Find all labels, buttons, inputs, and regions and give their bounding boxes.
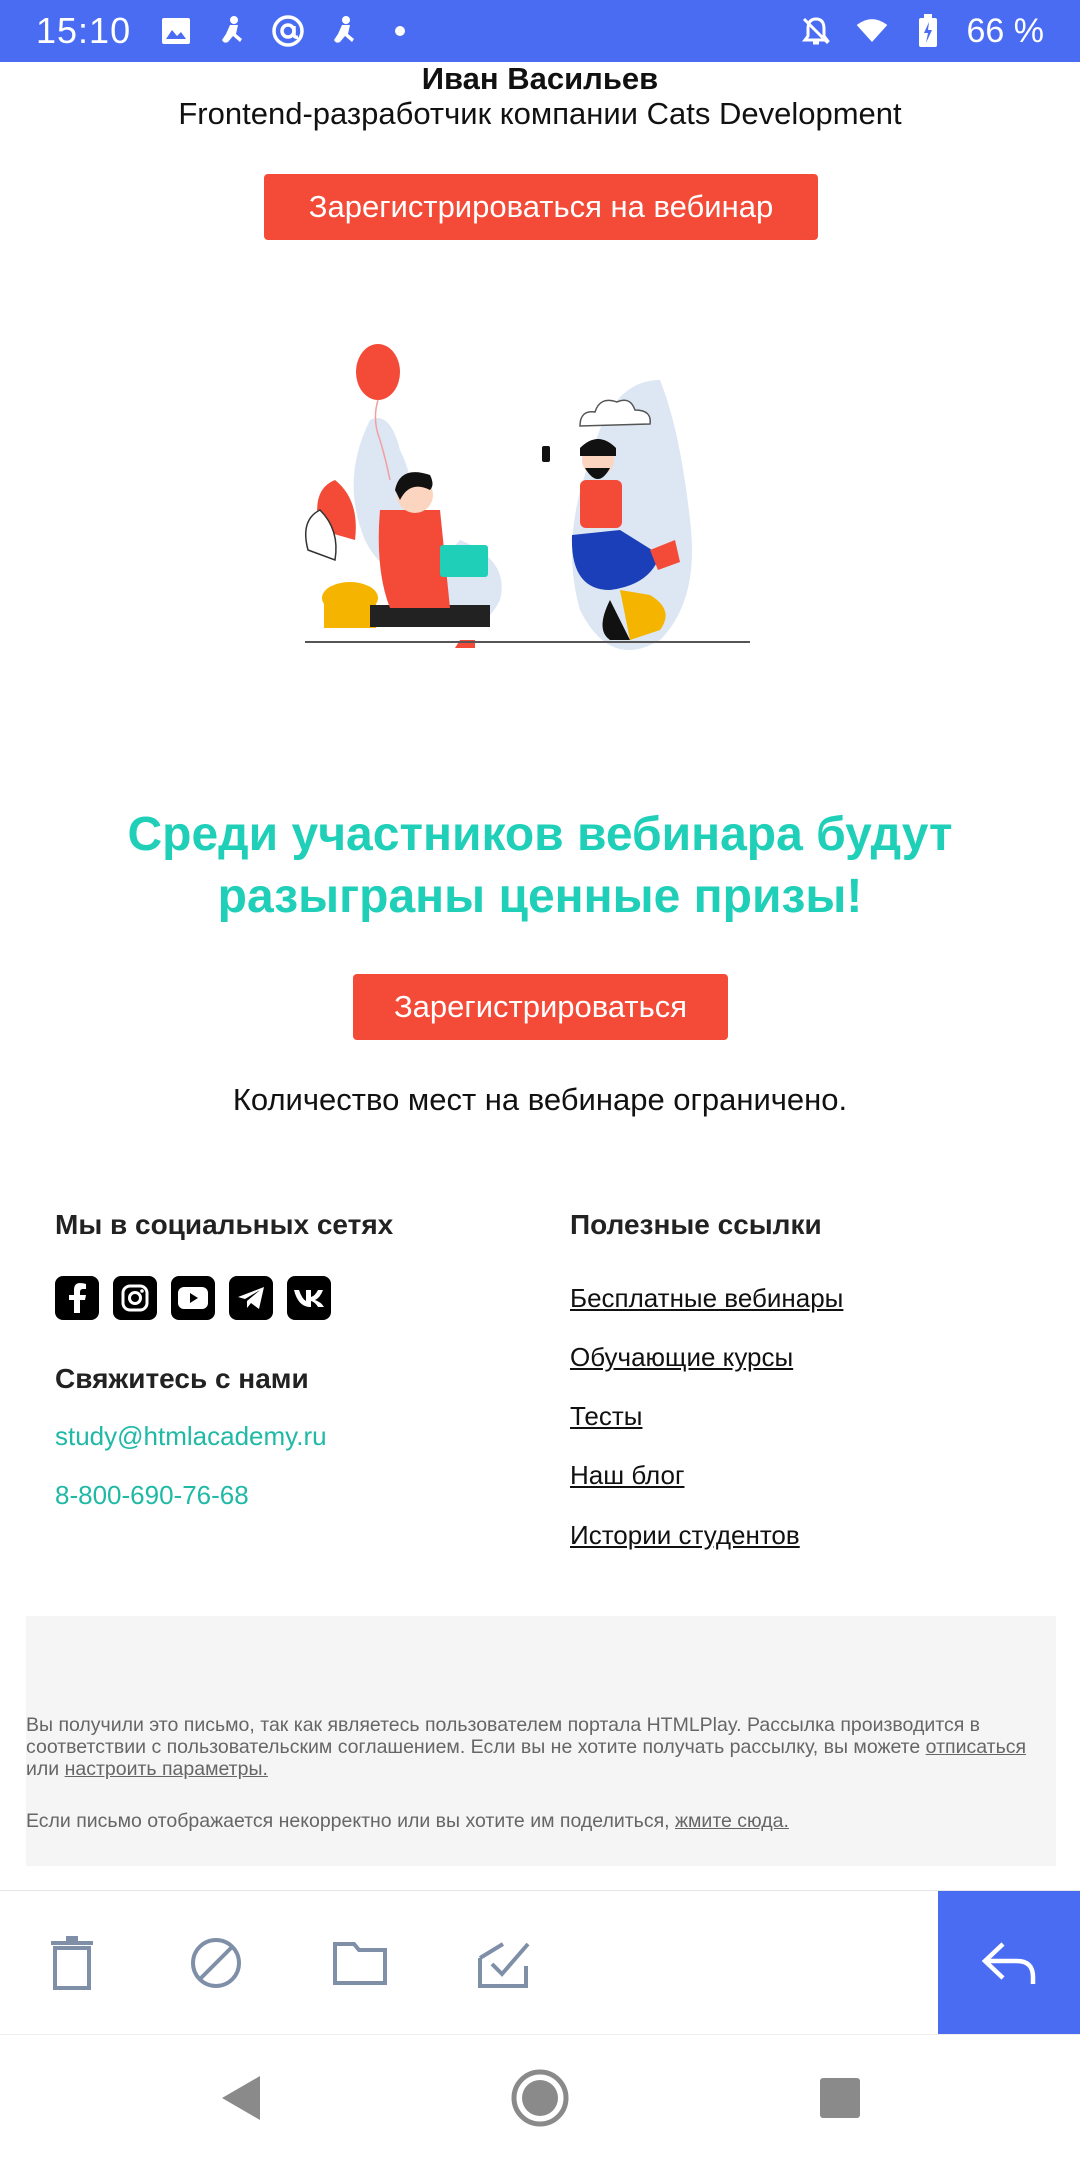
author-name: Иван Васильев — [421, 62, 659, 96]
register-webinar-button[interactable]: Зарегистрироваться на вебинар — [264, 174, 818, 240]
reply-button[interactable] — [938, 1891, 1080, 2035]
dot-icon — [383, 14, 417, 48]
link-free-webinars[interactable]: Бесплатные вебинары — [570, 1282, 843, 1314]
footer-display-issue: Если письмо отображается некорректно или… — [26, 1810, 1056, 1832]
delete-button[interactable] — [34, 1925, 110, 2001]
email-body[interactable]: Иван Васильев Frontend-разработчик компа… — [0, 62, 1080, 1890]
image-icon — [159, 14, 193, 48]
status-time: 15:10 — [36, 10, 132, 51]
reply-icon — [981, 1942, 1036, 1984]
trash-icon — [51, 1936, 93, 1990]
useful-links-heading: Полезные ссылки — [570, 1209, 822, 1240]
battery-percent: 66 % — [966, 11, 1045, 50]
youtube-icon[interactable] — [171, 1276, 215, 1320]
notification-icons — [159, 14, 417, 48]
email-footer: Вы получили это письмо, так как являетес… — [26, 1616, 1056, 1866]
footer-display-issue-text: Если письмо отображается некорректно или… — [26, 1810, 670, 1832]
instagram-icon[interactable] — [113, 1276, 157, 1320]
facebook-icon[interactable] — [55, 1276, 99, 1320]
system-nav-bar — [0, 2034, 1080, 2160]
register-button[interactable]: Зарегистрироваться — [353, 974, 728, 1040]
link-blog[interactable]: Наш блог — [570, 1459, 684, 1491]
footer-notice: Вы получили это письмо, так как являетес… — [26, 1714, 1056, 1780]
block-icon — [191, 1938, 241, 1988]
alarm-off-icon — [799, 14, 833, 48]
telegram-icon[interactable] — [229, 1276, 273, 1320]
contact-phone-link[interactable]: 8-800-690-76-68 — [55, 1479, 249, 1511]
limited-seats-note: Количество мест на вебинаре ограничено. — [232, 1082, 848, 1117]
block-button[interactable] — [178, 1925, 254, 2001]
recents-button[interactable] — [805, 2063, 875, 2133]
social-links — [55, 1276, 331, 1320]
move-to-folder-button[interactable] — [322, 1925, 398, 2001]
unsubscribe-link[interactable]: отписаться — [926, 1736, 1026, 1758]
accessibility-icon — [327, 14, 361, 48]
author-role: Frontend-разработчик компании Cats Devel… — [178, 96, 902, 131]
status-bar: 15:10 66 % — [0, 0, 1080, 62]
contact-heading: Свяжитесь с нами — [55, 1363, 309, 1394]
system-icons: 66 % — [799, 11, 1045, 51]
click-here-link[interactable]: жмите сюда. — [675, 1810, 789, 1832]
footer-notice-text: Вы получили это письмо, так как являетес… — [26, 1714, 981, 1758]
home-icon — [511, 2069, 569, 2127]
link-student-stories[interactable]: Истории студентов — [570, 1519, 800, 1551]
link-tests[interactable]: Тесты — [570, 1400, 642, 1432]
back-icon — [222, 2076, 260, 2120]
back-button[interactable] — [205, 2063, 275, 2133]
link-courses[interactable]: Обучающие курсы — [570, 1341, 793, 1373]
webinar-illustration — [305, 344, 750, 650]
folder-icon — [333, 1942, 387, 1985]
wifi-icon — [855, 14, 889, 48]
settings-link[interactable]: настроить параметры. — [65, 1758, 268, 1780]
promo-title: Среди участников вебинара будут разыгран… — [127, 808, 953, 923]
social-heading: Мы в социальных сетях — [55, 1209, 394, 1240]
at-sign-icon — [271, 14, 305, 48]
mark-done-button[interactable] — [466, 1925, 542, 2001]
footer-or-text: или — [26, 1758, 60, 1780]
battery-icon — [911, 14, 945, 48]
mark-done-icon — [478, 1942, 530, 1988]
accessibility-icon — [215, 14, 249, 48]
vk-icon[interactable] — [287, 1276, 331, 1320]
message-action-bar — [0, 1890, 1080, 2035]
home-button[interactable] — [505, 2063, 575, 2133]
contact-email-link[interactable]: study@htmlacademy.ru — [55, 1420, 327, 1452]
recents-icon — [820, 2078, 860, 2118]
